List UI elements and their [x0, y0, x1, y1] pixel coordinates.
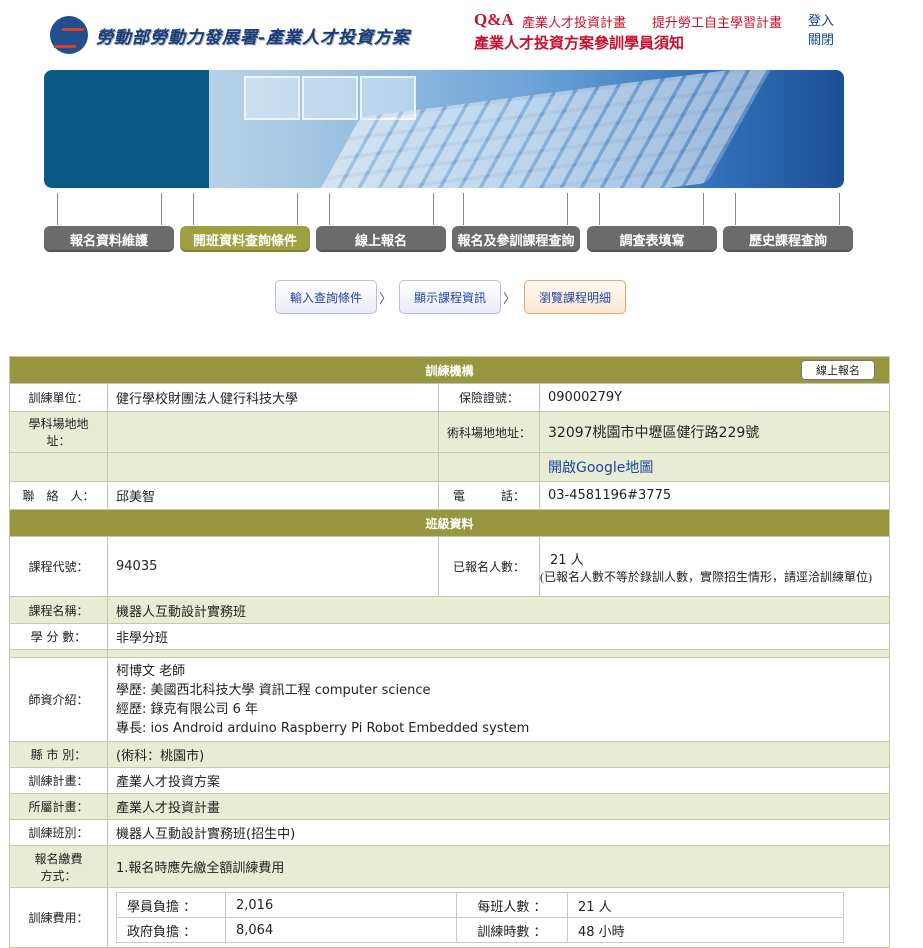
label-student-fee: 學員負擔 ： — [116, 892, 226, 918]
step-show-course[interactable]: 顯示課程資訊 — [399, 280, 501, 314]
google-map-link[interactable]: 開啟Google地圖 — [548, 460, 653, 476]
label-credit: 學 分 數： — [9, 623, 108, 650]
enrolled-note: (已報名人數不等於錄訓人數，實際招生情形，請逕洽訓練單位) — [540, 569, 872, 584]
step-arrow: 〉 — [379, 292, 393, 307]
label-session: 訓練班別： — [9, 819, 108, 846]
site-logo[interactable]: 勞動部勞動力發展署-產業人才投資方案 — [50, 14, 410, 56]
label-enrolled: 已報名人數： — [438, 536, 540, 597]
value-course-code: 94035 — [107, 536, 439, 597]
step-course-detail[interactable]: 瀏覽課程明細 — [524, 280, 626, 314]
banner-block — [44, 70, 209, 188]
agency-emblem-icon — [50, 16, 88, 54]
label-belong: 所屬計畫： — [9, 793, 108, 820]
clock-tokyo — [302, 76, 358, 120]
value-enrolled: 21 人 — [550, 552, 584, 568]
label-per-class: 每班人數 ： — [456, 892, 568, 918]
nav-registration-maintenance[interactable]: 報名資料維護 — [44, 226, 174, 252]
nav-online-signup[interactable]: 線上報名 — [316, 226, 446, 252]
step-input-criteria[interactable]: 輸入查詢條件 — [275, 280, 377, 314]
value-plan: 產業人才投資方案 — [106, 767, 891, 794]
label-course-code: 課程代號： — [9, 536, 108, 597]
label-hours: 訓練時數 ： — [456, 917, 568, 943]
login-link[interactable]: 登入 — [808, 12, 834, 31]
value-teacher: 柯博文 老師 學歷: 美國西北科技大學 資訊工程 computer scienc… — [106, 657, 891, 742]
industry-plan-link[interactable]: 產業人才投資計畫 — [522, 12, 626, 31]
label-contact: 聯 絡 人： — [9, 481, 108, 510]
label-payment: 報名繳費方式： — [9, 845, 108, 888]
step-arrow: 〉 — [503, 292, 517, 307]
label-county: 縣 市 別： — [9, 741, 108, 768]
value-hours: 48 小時 — [567, 917, 844, 943]
self-learning-plan-link[interactable]: 提升勞工自主學習計畫 — [652, 12, 782, 31]
value-gov-fee: 8,064 — [225, 917, 457, 943]
value-course-name: 機器人互動設計實務班 — [106, 596, 891, 624]
label-course-name: 課程名稱： — [9, 596, 108, 624]
nav-survey[interactable]: 調查表填寫 — [587, 226, 717, 252]
close-link[interactable]: 關閉 — [808, 31, 834, 50]
value-theory-address — [107, 411, 439, 453]
value-session: 機器人互動設計實務班(招生中) — [106, 819, 891, 846]
value-payment: 1.報名時應先繳全額訓練費用 — [106, 845, 891, 888]
online-signup-button[interactable]: 線上報名 — [801, 360, 876, 380]
value-unit: 健行學校財團法人健行科技大學 — [107, 383, 439, 412]
value-practice-address: 32097桃園市中壢區健行路229號 — [538, 411, 891, 453]
value-per-class: 21 人 — [567, 892, 844, 918]
value-county: (術科：桃園市) — [106, 741, 891, 768]
label-gov-fee: 政府負擔 ： — [116, 917, 226, 943]
clock-london — [244, 76, 300, 120]
label-theory-address: 學科場地地址： — [9, 411, 108, 453]
section-class: 班級資料 — [8, 509, 891, 537]
label-practice-address: 術科場地地址： — [438, 411, 540, 453]
hero-banner — [44, 70, 844, 188]
value-insurance: 09000279Y — [538, 383, 891, 412]
label-phone: 電 話： — [438, 481, 540, 510]
nav-class-query[interactable]: 開班資料查詢條件 — [180, 226, 310, 252]
value-contact: 邱美智 — [107, 481, 439, 510]
nav-course-query[interactable]: 報名及參訓課程查詢 — [452, 226, 580, 252]
logo-text: 勞動部勞動力發展署-產業人才投資方案 — [96, 27, 411, 48]
login-area: 登入 關閉 — [808, 12, 834, 50]
value-student-fee: 2,016 — [225, 892, 457, 918]
label-plan: 訓練計畫： — [9, 767, 108, 794]
label-insurance: 保險證號： — [438, 383, 540, 412]
label-teacher: 師資介紹： — [9, 657, 108, 742]
value-belong: 產業人才投資計畫 — [106, 793, 891, 820]
trainee-notice-link[interactable]: 產業人才投資方案參訓學員須知 — [474, 32, 684, 53]
label-unit: 訓練單位： — [9, 383, 108, 412]
course-detail-table: 訓練機構 線上報名 訓練單位： 健行學校財團法人健行科技大學 保險證號： 090… — [8, 356, 891, 948]
value-phone: 03-4581196#3775 — [538, 481, 891, 510]
value-credit: 非學分班 — [106, 623, 891, 650]
section-institution: 訓練機構 線上報名 — [8, 356, 891, 384]
nav-history[interactable]: 歷史課程查詢 — [723, 226, 853, 252]
qa-link[interactable]: Q&A — [474, 10, 514, 30]
